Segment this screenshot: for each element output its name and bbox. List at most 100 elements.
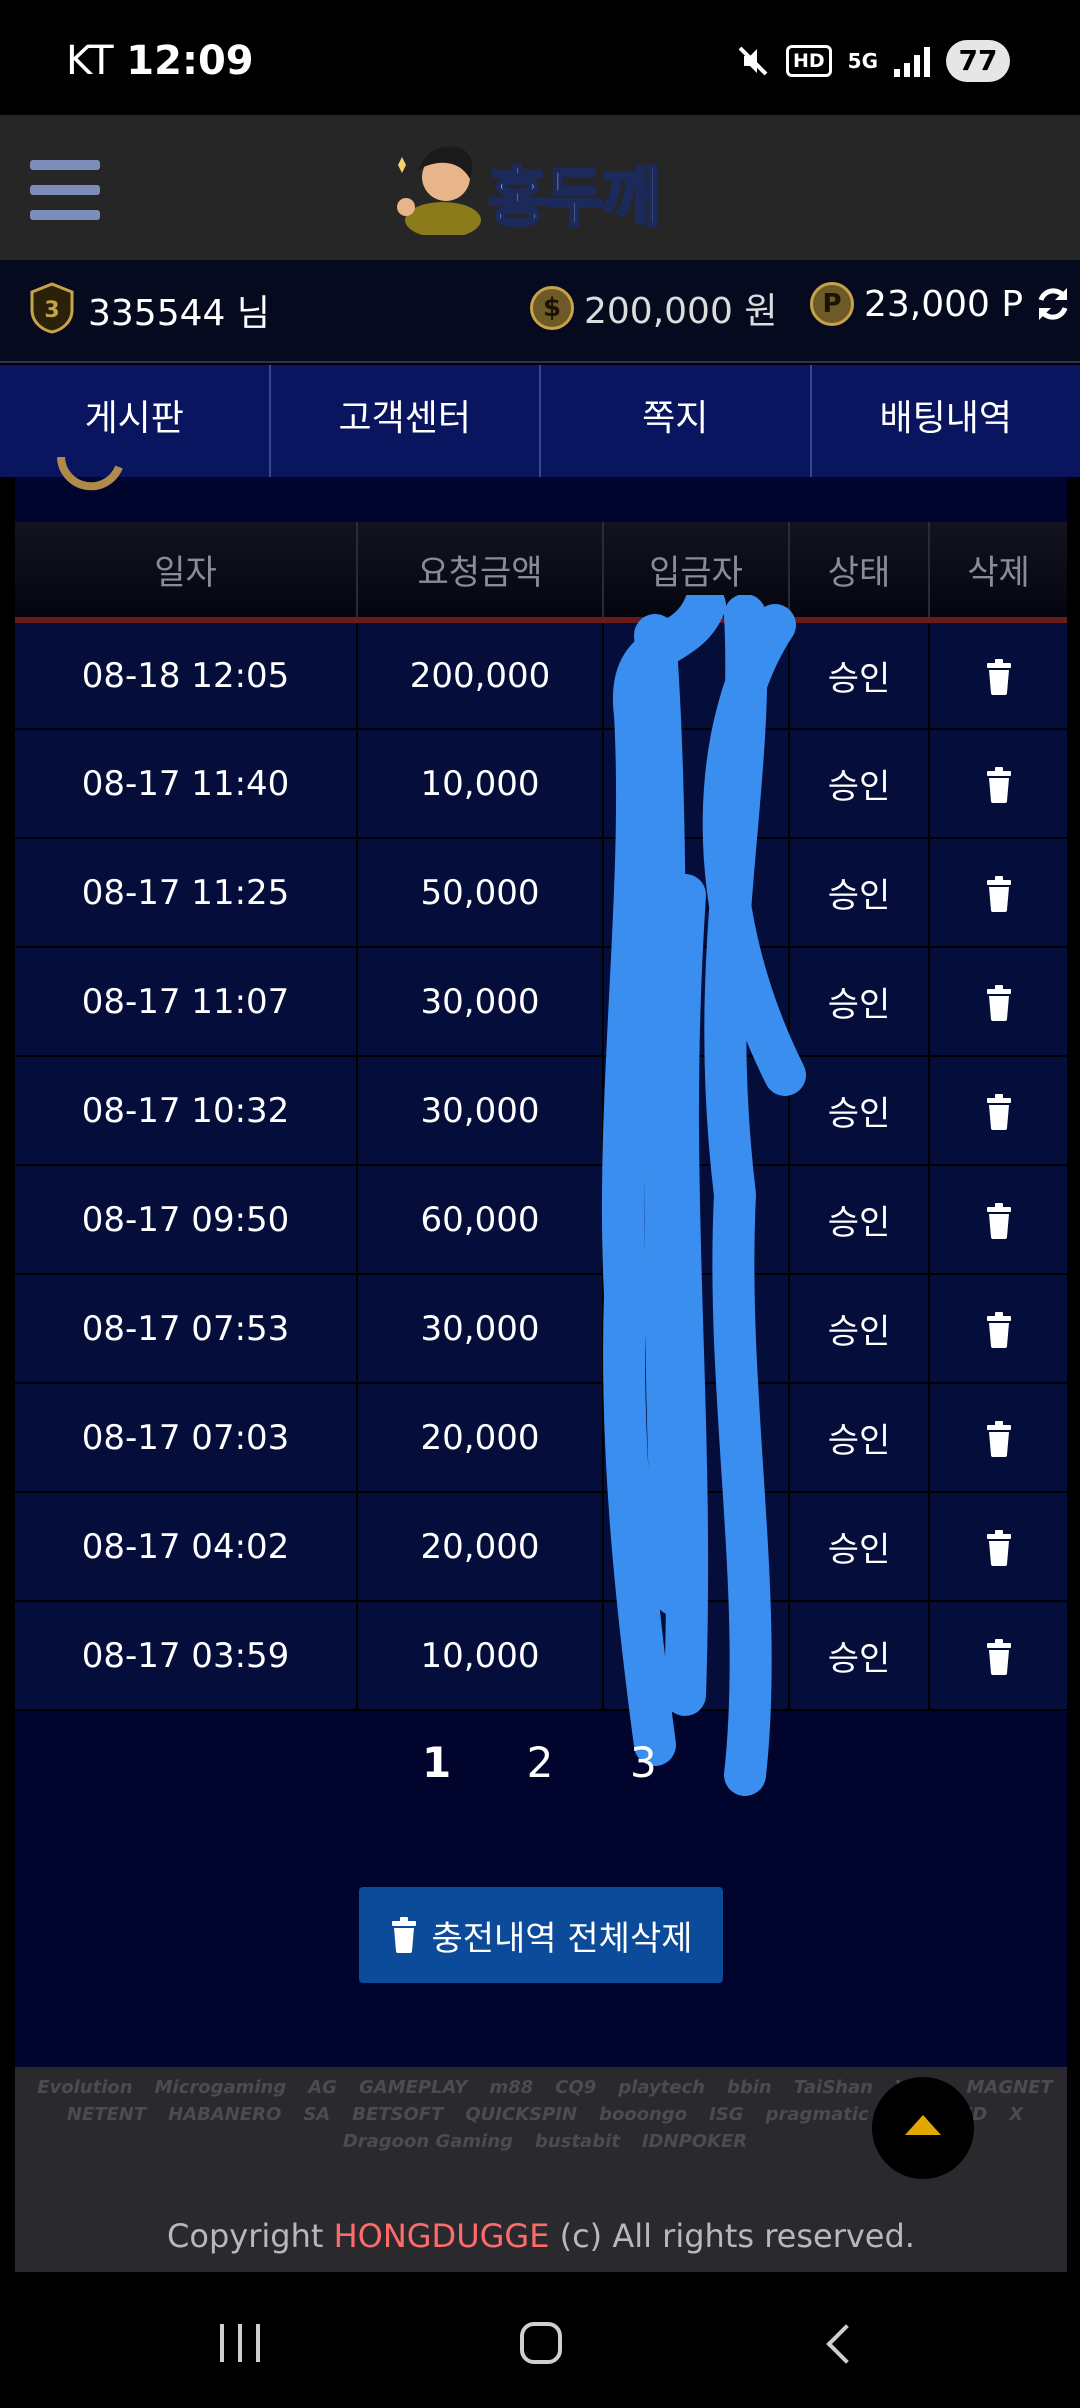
section-title-icon [57, 457, 123, 491]
chevron-up-icon [905, 2115, 941, 2135]
row-status: 승인 [789, 1056, 930, 1166]
row-status: 승인 [789, 838, 930, 948]
row-amount: 10,000 [357, 1601, 604, 1711]
column-header-depositor: 입금자 [603, 522, 790, 623]
provider-logo: NETENT [66, 2104, 147, 2125]
row-date: 08-17 11:40 [15, 729, 358, 839]
home-icon[interactable] [520, 2322, 562, 2364]
table-row: 08-17 10:32 30,000 승인 [15, 1056, 1067, 1166]
trash-icon[interactable] [985, 659, 1013, 695]
row-date: 08-17 07:03 [15, 1383, 358, 1493]
site-logo[interactable]: 홍두깨 [388, 135, 698, 240]
delete-all-button[interactable]: 충전내역 전체삭제 [359, 1887, 723, 1983]
provider-logo: MAGNET [966, 2077, 1053, 2098]
tab-customer-center[interactable]: 고객센터 [271, 365, 541, 477]
page-3[interactable]: 3 [598, 1738, 688, 1787]
row-amount: 30,000 [357, 1274, 604, 1384]
pagination: 1 2 3 [0, 1738, 1080, 1787]
trash-icon[interactable] [985, 1639, 1013, 1675]
row-date: 08-17 07:53 [15, 1274, 358, 1384]
row-depositor [603, 729, 790, 839]
copyright-prefix: Copyright [167, 2217, 324, 2255]
provider-logo: BETSOFT [352, 2104, 444, 2125]
row-delete [929, 620, 1067, 730]
menu-icon[interactable] [30, 160, 100, 220]
table-row: 08-17 07:03 20,000 승인 [15, 1383, 1067, 1493]
provider-logo: Microgaming [154, 2077, 287, 2098]
column-header-delete: 삭제 [929, 522, 1067, 623]
user-info-bar: 3 335544 님 $ 200,000 원 P 23,000 P [0, 260, 1080, 363]
trash-icon[interactable] [985, 767, 1013, 803]
row-date: 08-18 12:05 [15, 620, 358, 730]
deposit-history-table: 일자 요청금액 입금자 상태 삭제 08-18 12:05 200,000 승인 08… [15, 522, 1067, 1711]
row-status: 승인 [789, 947, 930, 1057]
tab-board[interactable]: 게시판 [0, 365, 271, 477]
provider-logo: Dragoon Gaming [342, 2131, 514, 2152]
provider-logo: HABANERO [168, 2104, 282, 2125]
provider-logo: CQ9 [555, 2077, 597, 2098]
provider-logo: IDNPOKER [641, 2131, 748, 2152]
trash-icon[interactable] [985, 1530, 1013, 1566]
provider-logo: m88 [489, 2077, 534, 2098]
row-date: 08-17 11:25 [15, 838, 358, 948]
row-depositor [603, 838, 790, 948]
row-status: 승인 [789, 1383, 930, 1493]
scroll-to-top-button[interactable] [872, 2077, 974, 2179]
column-header-amount: 요청금액 [357, 522, 604, 623]
row-delete [929, 1383, 1067, 1493]
trash-icon[interactable] [985, 876, 1013, 912]
row-delete [929, 1274, 1067, 1384]
balance: $ 200,000 원 [530, 282, 777, 334]
trash-icon[interactable] [985, 1312, 1013, 1348]
carrier-time: KT 12:09 [66, 38, 254, 84]
back-icon[interactable] [826, 2324, 866, 2364]
recent-apps-icon[interactable] [220, 2324, 260, 2362]
row-amount: 50,000 [357, 838, 604, 948]
site-header: 홍두깨 [0, 115, 1080, 288]
provider-logo: AG [308, 2077, 337, 2098]
signal-icon [894, 45, 930, 77]
username: 335544 님 [88, 293, 270, 334]
page-1[interactable]: 1 [392, 1738, 482, 1787]
row-depositor [603, 1383, 790, 1493]
logo-text: 홍두깨 [487, 161, 663, 238]
trash-icon[interactable] [985, 1203, 1013, 1239]
column-header-status: 상태 [789, 522, 930, 623]
row-delete [929, 1165, 1067, 1275]
row-amount: 30,000 [357, 1056, 604, 1166]
provider-logo: QUICKSPIN [465, 2104, 578, 2125]
page-2[interactable]: 2 [495, 1738, 585, 1787]
provider-logo: bustabit [535, 2131, 620, 2152]
row-status: 승인 [789, 1601, 930, 1711]
deposit-history-panel: 일자 요청금액 입금자 상태 삭제 08-18 12:05 200,000 승인 08… [15, 457, 1067, 2067]
nav-tabs: 게시판 고객센터 쪽지 배팅내역 [0, 365, 1080, 477]
point-coin-icon: P [810, 282, 854, 326]
tab-bet-history[interactable]: 배팅내역 [812, 365, 1080, 477]
row-amount: 10,000 [357, 729, 604, 839]
logo-character-icon [397, 146, 481, 238]
trash-icon[interactable] [985, 1421, 1013, 1457]
copyright-brand: HONGDUGGE [333, 2217, 550, 2255]
svg-text:3: 3 [44, 298, 59, 323]
row-delete [929, 1601, 1067, 1711]
row-amount: 200,000 [357, 620, 604, 730]
row-amount: 20,000 [357, 1383, 604, 1493]
trash-icon[interactable] [985, 985, 1013, 1021]
status-bar: KT 12:09 HD 5G 77 [0, 0, 1080, 115]
row-depositor [603, 1165, 790, 1275]
row-status: 승인 [789, 1274, 930, 1384]
carrier-label: KT [66, 38, 114, 84]
points-value: 23,000 P [864, 283, 1024, 325]
row-delete [929, 1492, 1067, 1602]
refresh-icon[interactable] [1033, 284, 1073, 324]
trash-icon [392, 1917, 417, 1953]
delete-all-label: 충전내역 전체삭제 [431, 1918, 693, 1959]
trash-icon[interactable] [985, 1094, 1013, 1130]
row-amount: 20,000 [357, 1492, 604, 1602]
copyright-suffix: (c) All rights reserved. [559, 2217, 915, 2255]
provider-logo: pragmatic [765, 2104, 869, 2125]
table-row: 08-17 11:25 50,000 승인 [15, 838, 1067, 948]
tab-messages[interactable]: 쪽지 [541, 365, 812, 477]
provider-logo: Evolution [37, 2077, 133, 2098]
balance-value: 200,000 원 [584, 291, 778, 332]
